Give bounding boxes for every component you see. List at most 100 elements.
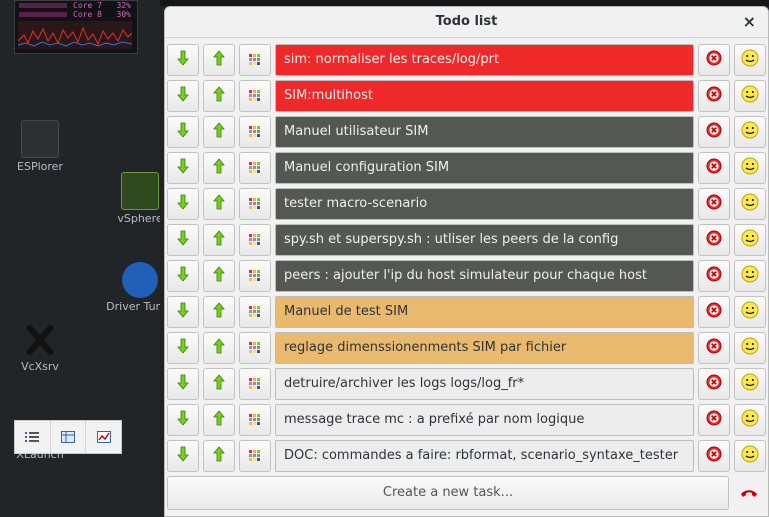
list-view-button[interactable] xyxy=(15,421,51,453)
color-palette-icon xyxy=(249,231,261,250)
color-picker-button[interactable] xyxy=(239,260,271,292)
move-down-button[interactable] xyxy=(167,368,199,400)
chart-view-button[interactable] xyxy=(86,421,121,453)
move-down-button[interactable] xyxy=(167,80,199,112)
task-text[interactable]: SIM:multihost xyxy=(275,80,694,112)
mood-button[interactable] xyxy=(734,332,766,364)
move-down-button[interactable] xyxy=(167,440,199,472)
mood-button[interactable] xyxy=(734,404,766,436)
mood-button[interactable] xyxy=(734,368,766,400)
delete-icon xyxy=(706,410,722,430)
color-picker-button[interactable] xyxy=(239,116,271,148)
task-text[interactable]: DOC: commandes a faire: rbformat, scenar… xyxy=(275,440,694,472)
smiley-icon xyxy=(741,373,759,395)
move-up-button[interactable] xyxy=(203,152,235,184)
task-text[interactable]: peers : ajouter l'ip du host simulateur … xyxy=(275,260,694,292)
desktop-icon-esplorer[interactable]: ESPlorer xyxy=(0,120,80,173)
delete-task-button[interactable] xyxy=(698,368,730,400)
delete-task-button[interactable] xyxy=(698,80,730,112)
color-picker-button[interactable] xyxy=(239,80,271,112)
task-text[interactable]: Manuel utilisateur SIM xyxy=(275,116,694,148)
table-view-button[interactable] xyxy=(51,421,87,453)
table-icon xyxy=(61,431,75,443)
hang-up-button[interactable] xyxy=(733,476,765,510)
mood-button[interactable] xyxy=(734,80,766,112)
color-palette-icon xyxy=(249,375,261,394)
desktop-icon-vcxsrv[interactable]: VcXsrv xyxy=(0,322,80,373)
desktop: Core 7 32% Core 8 30% ESPlorer vSphere Dri… xyxy=(0,0,174,517)
delete-icon xyxy=(706,446,722,466)
color-palette-icon xyxy=(249,447,261,466)
task-row: tester macro-scenario xyxy=(167,188,767,222)
move-down-button[interactable] xyxy=(167,332,199,364)
move-up-button[interactable] xyxy=(203,368,235,400)
move-down-button[interactable] xyxy=(167,404,199,436)
move-down-button[interactable] xyxy=(167,296,199,328)
mood-button[interactable] xyxy=(734,296,766,328)
move-up-button[interactable] xyxy=(203,224,235,256)
cpu-core-label: Core 7 xyxy=(73,1,102,10)
color-picker-button[interactable] xyxy=(239,440,271,472)
smiley-icon xyxy=(741,49,759,71)
cpu-core-label: Core 8 xyxy=(73,10,102,19)
mood-button[interactable] xyxy=(734,44,766,76)
delete-task-button[interactable] xyxy=(698,260,730,292)
move-up-button[interactable] xyxy=(203,260,235,292)
mood-button[interactable] xyxy=(734,440,766,472)
delete-task-button[interactable] xyxy=(698,188,730,220)
move-up-button[interactable] xyxy=(203,80,235,112)
mood-button[interactable] xyxy=(734,116,766,148)
task-text[interactable]: Manuel de test SIM xyxy=(275,296,694,328)
list-icon xyxy=(25,432,40,442)
color-picker-button[interactable] xyxy=(239,188,271,220)
window-titlebar: Todo list × xyxy=(165,7,768,38)
task-row: detruire/archiver les logs logs/log_fr* xyxy=(167,368,767,402)
move-down-button[interactable] xyxy=(167,188,199,220)
close-window-button[interactable]: × xyxy=(743,12,756,31)
move-up-button[interactable] xyxy=(203,116,235,148)
color-picker-button[interactable] xyxy=(239,332,271,364)
move-down-button[interactable] xyxy=(167,44,199,76)
color-picker-button[interactable] xyxy=(239,224,271,256)
move-up-button[interactable] xyxy=(203,404,235,436)
task-text[interactable]: reglage dimenssionenments SIM par fichie… xyxy=(275,332,694,364)
move-down-button[interactable] xyxy=(167,116,199,148)
delete-task-button[interactable] xyxy=(698,332,730,364)
mood-button[interactable] xyxy=(734,188,766,220)
task-text[interactable]: detruire/archiver les logs logs/log_fr* xyxy=(275,368,694,400)
color-picker-button[interactable] xyxy=(239,44,271,76)
delete-task-button[interactable] xyxy=(698,296,730,328)
move-up-button[interactable] xyxy=(203,188,235,220)
color-picker-button[interactable] xyxy=(239,368,271,400)
move-up-button[interactable] xyxy=(203,296,235,328)
delete-task-button[interactable] xyxy=(698,152,730,184)
create-task-button[interactable]: Create a new task... xyxy=(167,476,729,510)
color-picker-button[interactable] xyxy=(239,296,271,328)
mood-button[interactable] xyxy=(734,260,766,292)
delete-task-button[interactable] xyxy=(698,44,730,76)
color-picker-button[interactable] xyxy=(239,404,271,436)
color-picker-button[interactable] xyxy=(239,152,271,184)
color-palette-icon xyxy=(249,303,261,322)
move-down-button[interactable] xyxy=(167,224,199,256)
move-down-button[interactable] xyxy=(167,152,199,184)
delete-task-button[interactable] xyxy=(698,224,730,256)
delete-task-button[interactable] xyxy=(698,440,730,472)
move-down-button[interactable] xyxy=(167,260,199,292)
mood-button[interactable] xyxy=(734,224,766,256)
delete-task-button[interactable] xyxy=(698,404,730,436)
task-text[interactable]: Manuel configuration SIM xyxy=(275,152,694,184)
vsphere-icon xyxy=(121,172,159,210)
task-text[interactable]: sim: normaliser les traces/log/prt xyxy=(275,44,694,76)
mood-button[interactable] xyxy=(734,152,766,184)
task-row: SIM:multihost xyxy=(167,80,767,114)
task-text[interactable]: spy.sh et superspy.sh : utliser les peer… xyxy=(275,224,694,256)
move-up-button[interactable] xyxy=(203,440,235,472)
move-up-button[interactable] xyxy=(203,332,235,364)
move-up-button[interactable] xyxy=(203,44,235,76)
task-text[interactable]: tester macro-scenario xyxy=(275,188,694,220)
window-title: Todo list xyxy=(435,14,498,29)
delete-task-button[interactable] xyxy=(698,116,730,148)
todo-window: Todo list × sim: normaliser les traces/l… xyxy=(164,6,769,517)
task-text[interactable]: message trace mc : a prefixé par nom log… xyxy=(275,404,694,436)
